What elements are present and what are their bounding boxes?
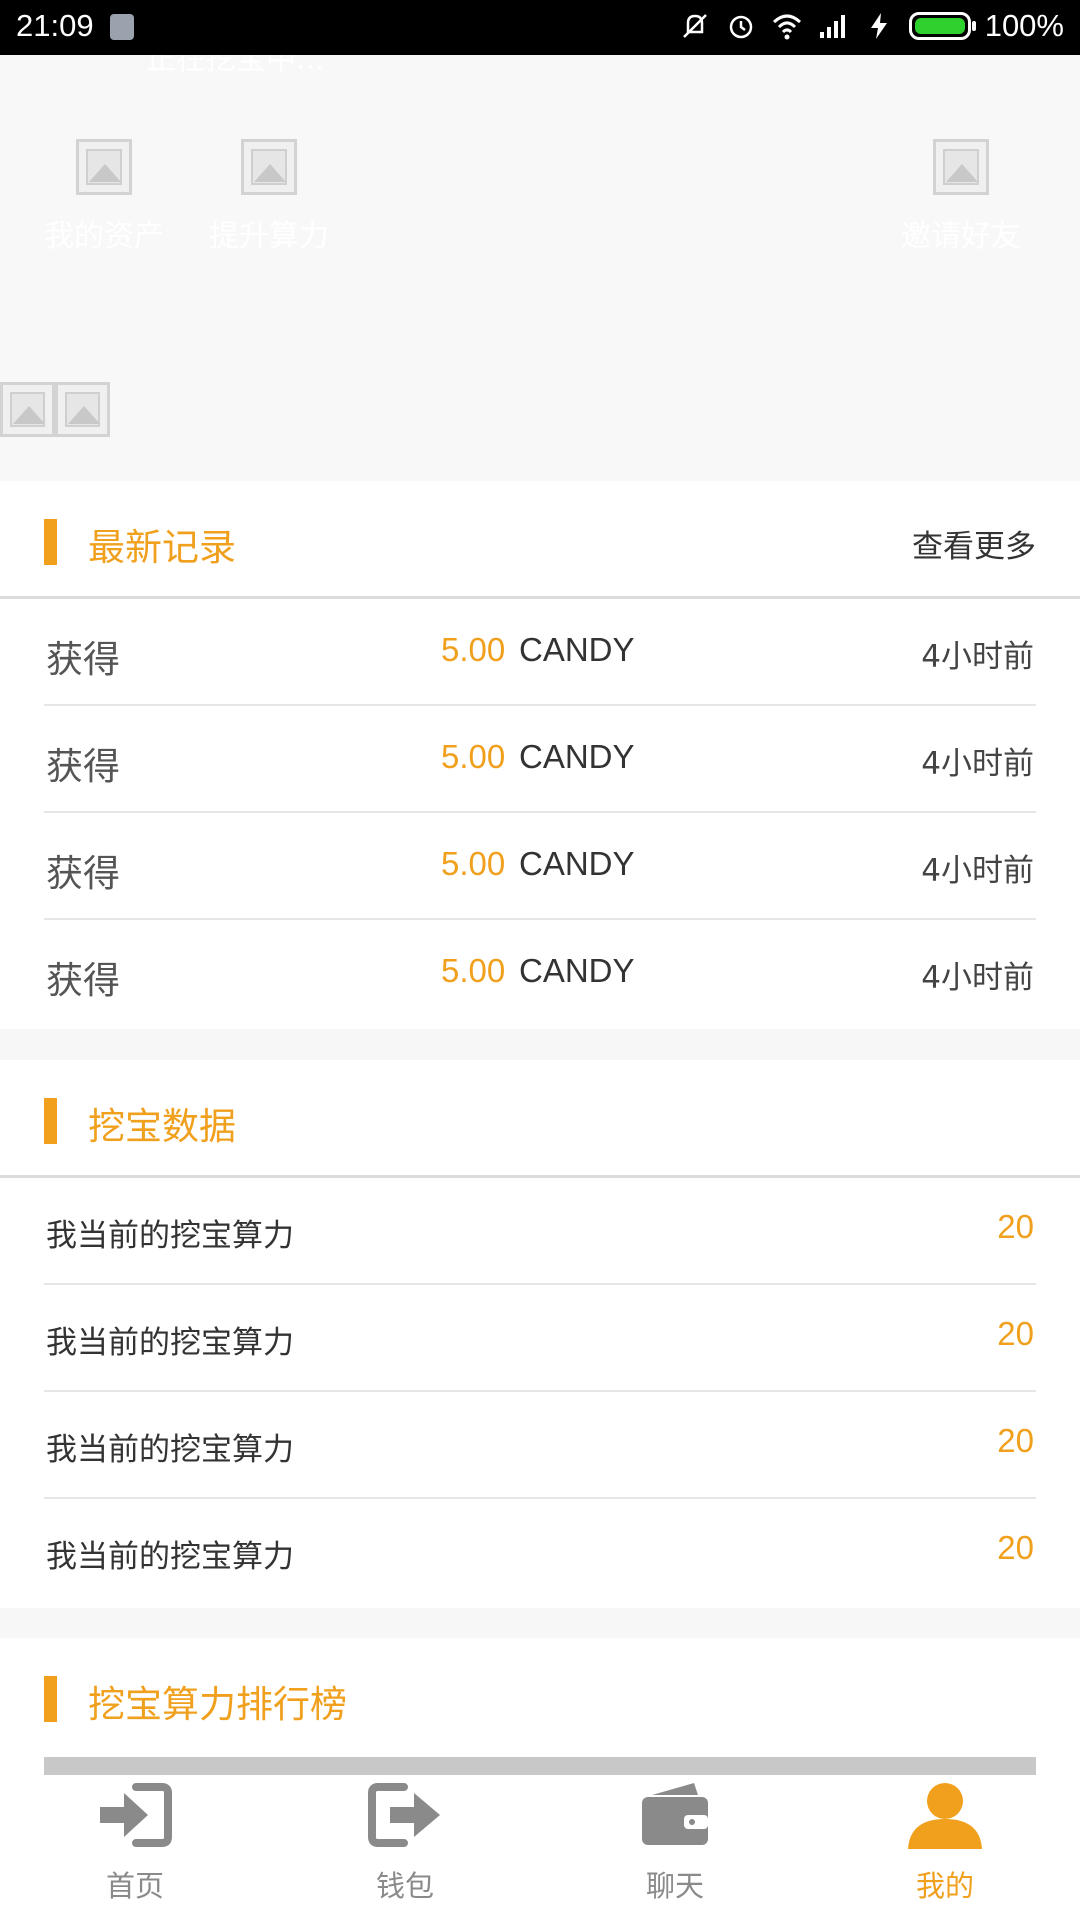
tab-chat[interactable]: 聊天 <box>540 1775 810 1920</box>
record-type: 获得 <box>46 638 120 681</box>
list-item: 我当前的挖宝算力 20 <box>44 1178 1036 1285</box>
my-assets-button[interactable]: 我的资产 <box>44 139 164 255</box>
record-amount: 5.00 <box>441 845 506 882</box>
list-item: 获得 5.00 CANDY 4小时前 <box>44 920 1036 1027</box>
ranking-table-header <box>44 1757 1036 1775</box>
section-accent-bar <box>44 1676 57 1722</box>
record-time: 4小时前 <box>921 960 1034 996</box>
invite-friends-button[interactable]: 邀请好友 <box>901 139 1021 255</box>
image-placeholder-icon <box>241 139 297 195</box>
latest-records-section: 最新记录 查看更多 获得 5.00 CANDY 4小时前 获得 5.00 CAN… <box>0 481 1080 1029</box>
section-accent-bar <box>44 519 57 565</box>
tab-label: 我的 <box>915 1869 974 1903</box>
image-placeholder-icon <box>0 382 55 437</box>
mining-power-value: 20 <box>997 1208 1034 1245</box>
logout-arrow-icon <box>368 1783 440 1847</box>
list-item: 获得 5.00 CANDY 4小时前 <box>44 599 1036 706</box>
record-type: 获得 <box>46 745 120 788</box>
mining-status-text: 正在挖宝中... <box>146 55 325 77</box>
section-title: 最新记录 <box>88 526 236 569</box>
record-time: 4小时前 <box>921 853 1034 889</box>
mining-power-label: 我当前的挖宝算力 <box>46 1218 294 1254</box>
tab-wallet[interactable]: 钱包 <box>270 1775 540 1920</box>
record-type: 获得 <box>46 959 120 1002</box>
record-type: 获得 <box>46 852 120 895</box>
mining-power-label: 我当前的挖宝算力 <box>46 1539 294 1575</box>
list-item: 我当前的挖宝算力 20 <box>44 1499 1036 1606</box>
status-icons: 100% <box>679 8 1064 44</box>
record-unit: CANDY <box>519 631 635 668</box>
list-item: 获得 5.00 CANDY 4小时前 <box>44 813 1036 920</box>
ranking-section: 挖宝算力排行榜 <box>0 1638 1080 1775</box>
record-amount: 5.00 <box>441 631 506 668</box>
login-arrow-icon <box>100 1783 172 1847</box>
user-icon <box>908 1783 982 1849</box>
mining-power-label: 我当前的挖宝算力 <box>46 1325 294 1361</box>
section-header: 最新记录 查看更多 <box>0 481 1080 599</box>
view-more-link[interactable]: 查看更多 <box>912 521 1036 566</box>
mining-power-value: 20 <box>997 1529 1034 1566</box>
image-placeholder-icon <box>76 139 132 195</box>
tab-label: 钱包 <box>375 1869 434 1903</box>
record-time: 4小时前 <box>921 639 1034 675</box>
mining-data-section: 挖宝数据 我当前的挖宝算力 20 我当前的挖宝算力 20 我当前的挖宝算力 20… <box>0 1060 1080 1608</box>
list-item: 获得 5.00 CANDY 4小时前 <box>44 706 1036 813</box>
mining-list: 我当前的挖宝算力 20 我当前的挖宝算力 20 我当前的挖宝算力 20 我当前的… <box>0 1178 1080 1606</box>
section-accent-bar <box>44 1098 57 1144</box>
section-header: 挖宝算力排行榜 <box>0 1638 1080 1756</box>
image-placeholder-icon <box>933 139 989 195</box>
mining-power-value: 20 <box>997 1315 1034 1352</box>
mute-icon <box>682 14 707 38</box>
record-unit: CANDY <box>519 738 635 775</box>
records-list: 获得 5.00 CANDY 4小时前 获得 5.00 CANDY 4小时前 获得… <box>0 599 1080 1027</box>
boost-power-button[interactable]: 提升算力 <box>209 139 329 255</box>
tab-home[interactable]: 首页 <box>0 1775 270 1920</box>
tab-profile[interactable]: 我的 <box>810 1775 1080 1920</box>
mining-power-value: 20 <box>997 1422 1034 1459</box>
record-amount: 5.00 <box>441 952 506 989</box>
section-title: 挖宝算力排行榜 <box>88 1683 347 1726</box>
mining-power-label: 我当前的挖宝算力 <box>46 1432 294 1468</box>
notification-icon <box>110 14 134 40</box>
tab-label: 首页 <box>105 1869 164 1903</box>
placeholder-images <box>0 382 110 437</box>
list-item: 我当前的挖宝算力 20 <box>44 1285 1036 1392</box>
invite-friends-label: 邀请好友 <box>901 219 1021 254</box>
tab-label: 聊天 <box>645 1869 704 1903</box>
clock: 21:09 <box>16 8 94 43</box>
battery-icon <box>908 12 976 40</box>
wallet-icon <box>642 1783 708 1845</box>
list-item: 我当前的挖宝算力 20 <box>44 1392 1036 1499</box>
record-amount: 5.00 <box>441 738 506 775</box>
bottom-tab-bar: 首页 钱包 聊天 我的 <box>0 1775 1080 1920</box>
image-placeholder-icon <box>55 382 110 437</box>
section-header: 挖宝数据 <box>0 1060 1080 1178</box>
mining-hero: 正在挖宝中... 我的资产 提升算力 邀请好友 <box>0 55 1080 481</box>
alarm-icon <box>729 15 752 39</box>
record-unit: CANDY <box>519 952 635 989</box>
boost-power-label: 提升算力 <box>209 219 329 254</box>
my-assets-label: 我的资产 <box>44 219 164 254</box>
battery-percent: 100% <box>984 8 1064 43</box>
signal-icon <box>819 15 845 38</box>
wifi-icon <box>772 14 801 40</box>
record-time: 4小时前 <box>921 746 1034 782</box>
charging-icon <box>870 13 887 39</box>
section-title: 挖宝数据 <box>88 1105 236 1148</box>
record-unit: CANDY <box>519 845 635 882</box>
status-bar: 21:09 100% <box>0 0 1080 55</box>
